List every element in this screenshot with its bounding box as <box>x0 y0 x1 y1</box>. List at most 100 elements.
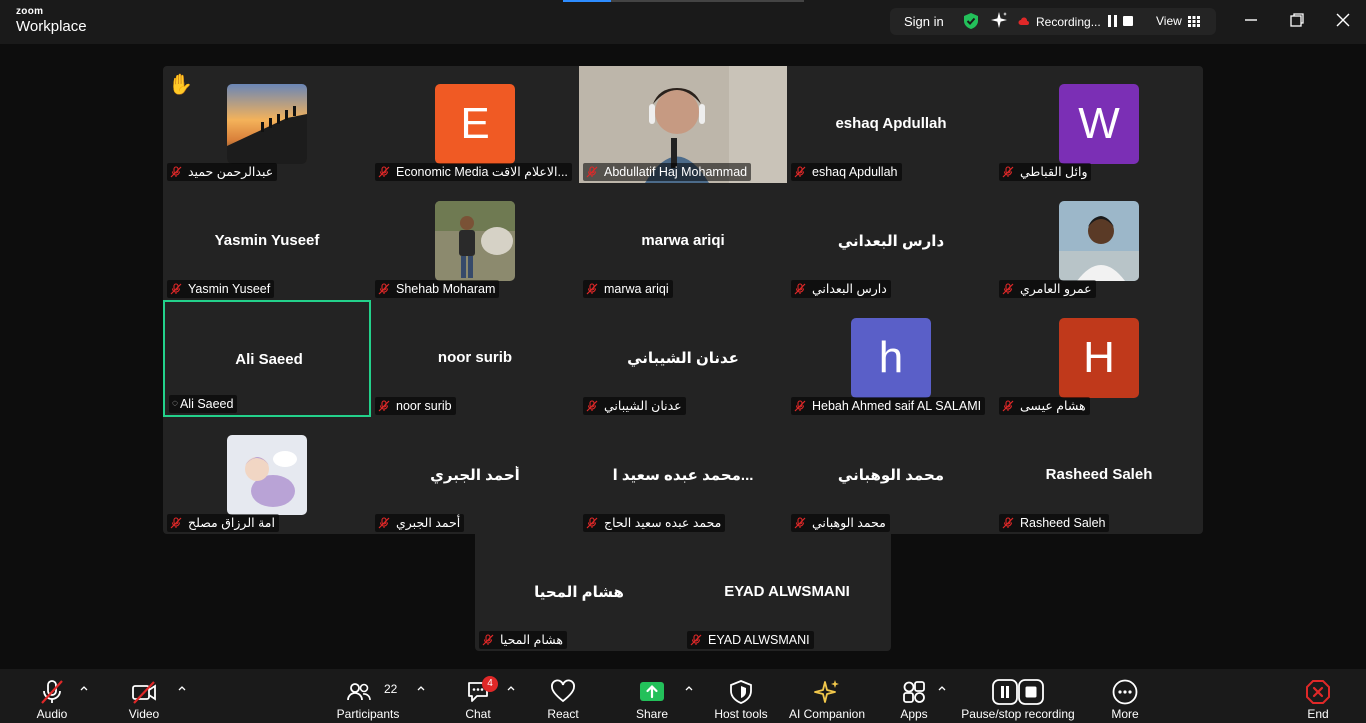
participant-tile[interactable]: ✋ عبدالرحمن حميد <box>163 66 371 183</box>
mic-muted-icon <box>378 166 390 178</box>
view-menu-label[interactable]: View <box>1156 14 1182 28</box>
participant-tile[interactable]: عدنان الشيباني عدنان الشيباني <box>579 300 787 417</box>
participants-options-chevron-up-icon[interactable] <box>417 685 425 691</box>
chat-button[interactable]: 4 Chat <box>452 669 504 723</box>
participant-tile[interactable]: Rasheed Saleh Rasheed Saleh <box>995 417 1203 534</box>
participant-name-label: marwa ariqi <box>583 280 673 298</box>
participant-photo <box>227 435 307 515</box>
participants-label: Participants <box>336 707 400 721</box>
more-button[interactable]: More <box>1100 669 1150 723</box>
ai-companion-label: AI Companion <box>788 707 866 721</box>
close-icon[interactable] <box>1335 12 1351 28</box>
participant-tile[interactable]: امة الرزاق مصلح <box>163 417 371 534</box>
participant-display-name: محمد الوهباني <box>837 467 945 484</box>
more-label: More <box>1111 707 1139 721</box>
apps-options-chevron-up-icon[interactable] <box>938 685 946 691</box>
mic-muted-icon <box>690 634 702 646</box>
restore-icon[interactable] <box>1289 12 1305 28</box>
audio-button[interactable]: Audio <box>22 669 82 723</box>
mic-muted-icon <box>794 400 806 412</box>
participant-name: أحمد الجبري <box>396 516 461 530</box>
participant-tile[interactable]: W وائل القباطي <box>995 66 1203 183</box>
participant-name: امة الرزاق مصلح <box>188 516 275 530</box>
audio-options-chevron-up-icon[interactable] <box>80 685 88 691</box>
pause-recording-icon[interactable] <box>1108 15 1118 27</box>
mic-muted-icon <box>586 283 598 295</box>
pause-stop-recording-label: Pause/stop recording <box>961 707 1075 721</box>
participant-tile[interactable]: marwa ariqi marwa ariqi <box>579 183 787 300</box>
participant-tile[interactable]: محمد الوهباني محمد الوهباني <box>787 417 995 534</box>
participant-tile[interactable]: دارس البعداني دارس البعداني <box>787 183 995 300</box>
participant-tile[interactable]: h Hebah Ahmed saif AL SALAMI <box>787 300 995 417</box>
participants-icon <box>347 683 371 701</box>
title-bar: zoom Workplace Sign in Recording... View <box>0 0 1366 44</box>
encryption-shield-icon[interactable] <box>962 12 980 30</box>
participant-tile[interactable]: Yasmin Yuseef Yasmin Yuseef <box>163 183 371 300</box>
participant-tile[interactable]: noor surib noor surib <box>371 300 579 417</box>
participant-tile[interactable]: Ali Saeed ◌ Ali Saeed <box>163 300 371 417</box>
mic-muted-icon <box>170 283 182 295</box>
participant-name-label: Rasheed Saleh <box>999 514 1110 532</box>
host-shield-icon <box>730 680 752 704</box>
minimize-icon[interactable] <box>1243 12 1259 28</box>
share-label: Share <box>635 707 669 721</box>
apps-button[interactable]: Apps <box>888 669 940 723</box>
participant-photo <box>435 201 515 281</box>
participant-tile[interactable]: EYAD ALWSMANI EYAD ALWSMANI <box>683 534 891 651</box>
gallery-grid-icon[interactable] <box>1188 16 1200 27</box>
meeting-progress-bar <box>563 0 804 2</box>
participant-tile[interactable]: Abdullatif Haj Mohammad <box>579 66 787 183</box>
participant-tile[interactable]: هشام المحيا هشام المحيا <box>475 534 683 651</box>
participant-name: noor surib <box>396 399 452 413</box>
participant-tile[interactable]: أحمد الجبري أحمد الجبري <box>371 417 579 534</box>
share-options-chevron-up-icon[interactable] <box>685 685 693 691</box>
video-options-chevron-up-icon[interactable] <box>178 685 186 691</box>
mic-muted-icon <box>170 517 182 529</box>
video-button[interactable]: Video <box>114 669 174 723</box>
participant-name: عمرو العامري <box>1020 282 1092 296</box>
cloud-recording-icon <box>1018 17 1029 25</box>
participant-name: marwa ariqi <box>604 282 669 296</box>
mic-muted-icon <box>586 400 598 412</box>
participant-name-label: eshaq Apdullah <box>791 163 902 181</box>
participant-tile[interactable]: محمد عبده سعيد ا... محمد عبده سعيد الحاج <box>579 417 787 534</box>
participant-display-name: marwa ariqi <box>641 232 725 249</box>
heart-icon <box>551 679 575 703</box>
participant-display-name: noor surib <box>437 349 513 366</box>
ai-sparkle-icon[interactable] <box>990 11 1008 29</box>
participant-name: Ali Saeed <box>179 397 234 411</box>
gallery-view-overflow-row: هشام المحيا هشام المحيا EYAD ALWSMANI EYAD … <box>475 534 891 651</box>
react-button[interactable]: React <box>536 669 590 723</box>
participant-display-name: Rasheed Saleh <box>1045 466 1153 483</box>
host-tools-button[interactable]: Host tools <box>706 669 776 723</box>
stop-recording-icon[interactable] <box>1123 16 1133 26</box>
mic-muted-icon <box>378 283 390 295</box>
apps-label: Apps <box>900 707 928 721</box>
participant-name-label: EYAD ALWSMANI <box>687 631 814 649</box>
pause-stop-recording-button[interactable]: Pause/stop recording <box>958 669 1078 723</box>
participant-name-label: ◌ Ali Saeed <box>169 395 238 413</box>
participant-tile[interactable]: eshaq Apdullah eshaq Apdullah <box>787 66 995 183</box>
mic-muted-icon <box>794 517 806 529</box>
participant-name: هشام المحيا <box>500 633 563 647</box>
participant-display-name: eshaq Apdullah <box>835 115 947 132</box>
participant-tile[interactable]: عمرو العامري <box>995 183 1203 300</box>
sign-in-link[interactable]: Sign in <box>904 14 944 29</box>
zoom-logo: zoom Workplace <box>16 7 87 35</box>
video-off-icon <box>132 681 156 704</box>
participant-tile[interactable]: H هشام عيسى <box>995 300 1203 417</box>
participant-name: وائل القباطي <box>1020 165 1088 179</box>
chat-options-chevron-up-icon[interactable] <box>507 685 515 691</box>
share-button[interactable]: Share <box>625 669 679 723</box>
mic-muted-icon <box>378 400 390 412</box>
audio-label: Audio <box>36 707 68 721</box>
participant-tile[interactable]: Shehab Moharam <box>371 183 579 300</box>
participant-name: دارس البعداني <box>812 282 887 296</box>
end-meeting-button[interactable]: End <box>1296 669 1340 723</box>
mic-muted-icon <box>1002 166 1014 178</box>
participant-display-name: محمد عبده سعيد ا... <box>612 467 754 484</box>
participants-button[interactable]: 22 Participants <box>330 669 406 723</box>
participant-tile[interactable]: E Economic Media الاعلام الاقت... <box>371 66 579 183</box>
meeting-progress-fill <box>563 0 612 2</box>
ai-companion-button[interactable]: AI Companion <box>784 669 870 723</box>
